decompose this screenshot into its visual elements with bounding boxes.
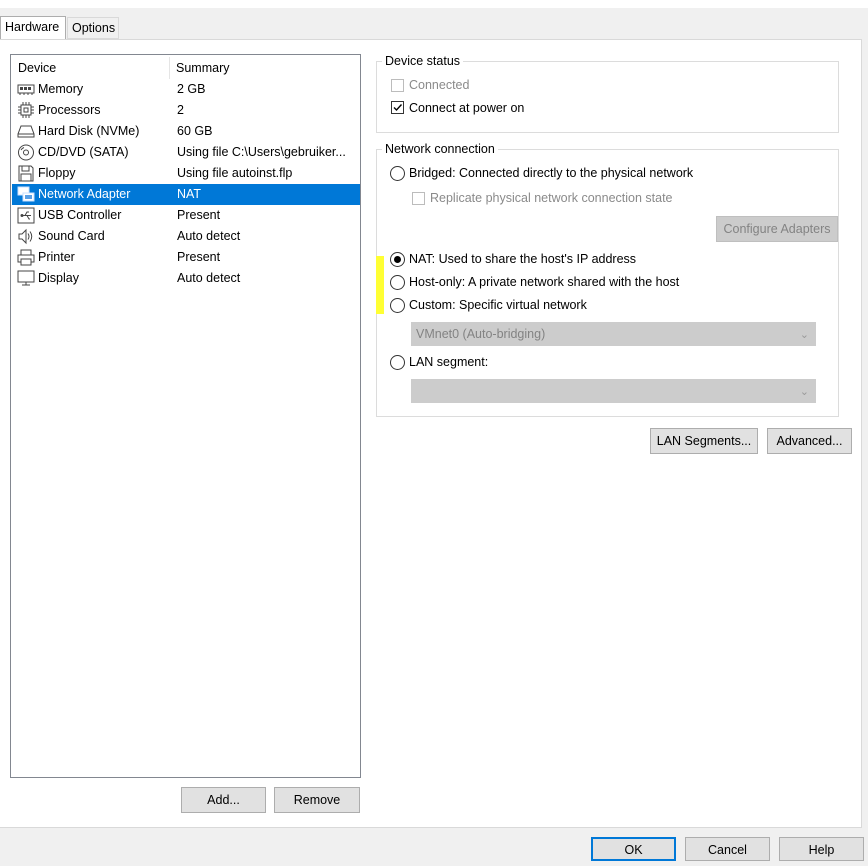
chevron-down-icon: ⌄ xyxy=(799,329,809,341)
device-row-hard-disk[interactable]: Hard Disk (NVMe) 60 GB xyxy=(12,121,360,142)
device-row-floppy[interactable]: Floppy Using file autoinst.flp xyxy=(12,163,360,184)
device-summary: Auto detect xyxy=(177,271,241,285)
usb-icon xyxy=(17,207,35,224)
device-name: Hard Disk (NVMe) xyxy=(38,124,140,138)
custom-label: Custom: Specific virtual network xyxy=(409,298,587,312)
device-name: CD/DVD (SATA) xyxy=(38,145,129,159)
configure-adapters-button[interactable]: Configure Adapters xyxy=(716,216,838,242)
replicate-label: Replicate physical network connection st… xyxy=(430,191,673,205)
device-name: Processors xyxy=(38,103,101,117)
device-row-cd-dvd[interactable]: CD/DVD (SATA) Using file C:\Users\gebrui… xyxy=(12,142,360,163)
cd-dvd-icon xyxy=(18,144,34,161)
device-name: Memory xyxy=(38,82,84,96)
device-name: USB Controller xyxy=(38,208,122,222)
hard-disk-icon xyxy=(17,125,35,138)
custom-network-value: VMnet0 (Auto-bridging) xyxy=(416,327,546,341)
cancel-button[interactable]: Cancel xyxy=(685,837,770,861)
connect-at-power-on-checkbox[interactable] xyxy=(391,101,404,114)
network-connection-title: Network connection xyxy=(382,142,498,156)
connected-label: Connected xyxy=(409,78,470,92)
help-button[interactable]: Help xyxy=(779,837,864,861)
printer-icon xyxy=(17,249,35,266)
device-summary: 2 GB xyxy=(177,82,206,96)
memory-icon xyxy=(17,84,35,95)
connect-at-power-on-label: Connect at power on xyxy=(409,101,525,115)
device-summary: 60 GB xyxy=(177,124,213,138)
floppy-icon xyxy=(18,165,34,182)
device-name: Sound Card xyxy=(38,229,105,243)
device-name: Network Adapter xyxy=(38,187,131,201)
device-summary: 2 xyxy=(177,103,184,117)
device-name: Floppy xyxy=(38,166,76,180)
display-icon xyxy=(17,270,35,286)
device-row-processors[interactable]: Processors 2 xyxy=(12,100,360,121)
column-separator xyxy=(169,57,170,79)
processor-icon xyxy=(18,102,34,118)
connected-checkbox[interactable] xyxy=(391,79,404,92)
device-row-memory[interactable]: Memory 2 GB xyxy=(12,79,360,100)
bridged-radio[interactable] xyxy=(390,166,405,181)
tab-options[interactable]: Options xyxy=(67,17,119,39)
tab-hardware[interactable]: Hardware xyxy=(0,16,66,40)
device-row-printer[interactable]: Printer Present xyxy=(12,247,360,268)
advanced-button[interactable]: Advanced... xyxy=(767,428,852,454)
device-summary: Auto detect xyxy=(177,229,241,243)
checkmark-icon xyxy=(393,104,403,112)
lan-segment-label: LAN segment: xyxy=(409,355,489,369)
device-status-group xyxy=(376,61,839,133)
annotation-highlight xyxy=(376,256,384,314)
device-row-network-adapter[interactable]: Network Adapter NAT xyxy=(12,184,360,205)
device-name: Printer xyxy=(38,250,75,264)
top-strip xyxy=(0,0,868,8)
device-row-usb-controller[interactable]: USB Controller Present xyxy=(12,205,360,226)
custom-radio[interactable] xyxy=(390,298,405,313)
nat-label: NAT: Used to share the host's IP address xyxy=(409,252,637,266)
column-header-summary[interactable]: Summary xyxy=(176,61,229,75)
network-adapter-icon xyxy=(17,186,35,202)
host-only-label: Host-only: A private network shared with… xyxy=(409,275,680,289)
custom-network-select[interactable]: VMnet0 (Auto-bridging) ⌄ xyxy=(411,322,816,346)
lan-segments-button[interactable]: LAN Segments... xyxy=(650,428,758,454)
ok-button[interactable]: OK xyxy=(591,837,676,861)
device-list[interactable]: Device Summary Memory 2 GB Processors 2 … xyxy=(10,54,361,778)
bridged-label: Bridged: Connected directly to the physi… xyxy=(409,166,694,180)
lan-segment-radio[interactable] xyxy=(390,355,405,370)
device-row-display[interactable]: Display Auto detect xyxy=(12,268,360,289)
device-status-title: Device status xyxy=(382,54,464,68)
sound-card-icon xyxy=(18,228,33,245)
device-summary: Using file C:\Users\gebruiker... xyxy=(177,145,346,159)
device-summary: Present xyxy=(177,250,221,264)
column-header-device[interactable]: Device xyxy=(18,61,56,75)
device-summary: NAT xyxy=(177,187,202,201)
nat-radio[interactable] xyxy=(390,252,405,267)
chevron-down-icon: ⌄ xyxy=(799,386,809,398)
lan-segment-select[interactable]: ⌄ xyxy=(411,379,816,403)
device-row-sound-card[interactable]: Sound Card Auto detect xyxy=(12,226,360,247)
device-name: Display xyxy=(38,271,79,285)
replicate-checkbox[interactable] xyxy=(412,192,425,205)
device-summary: Present xyxy=(177,208,221,222)
remove-button[interactable]: Remove xyxy=(274,787,360,813)
device-summary: Using file autoinst.flp xyxy=(177,166,293,180)
host-only-radio[interactable] xyxy=(390,275,405,290)
add-button[interactable]: Add... xyxy=(181,787,266,813)
